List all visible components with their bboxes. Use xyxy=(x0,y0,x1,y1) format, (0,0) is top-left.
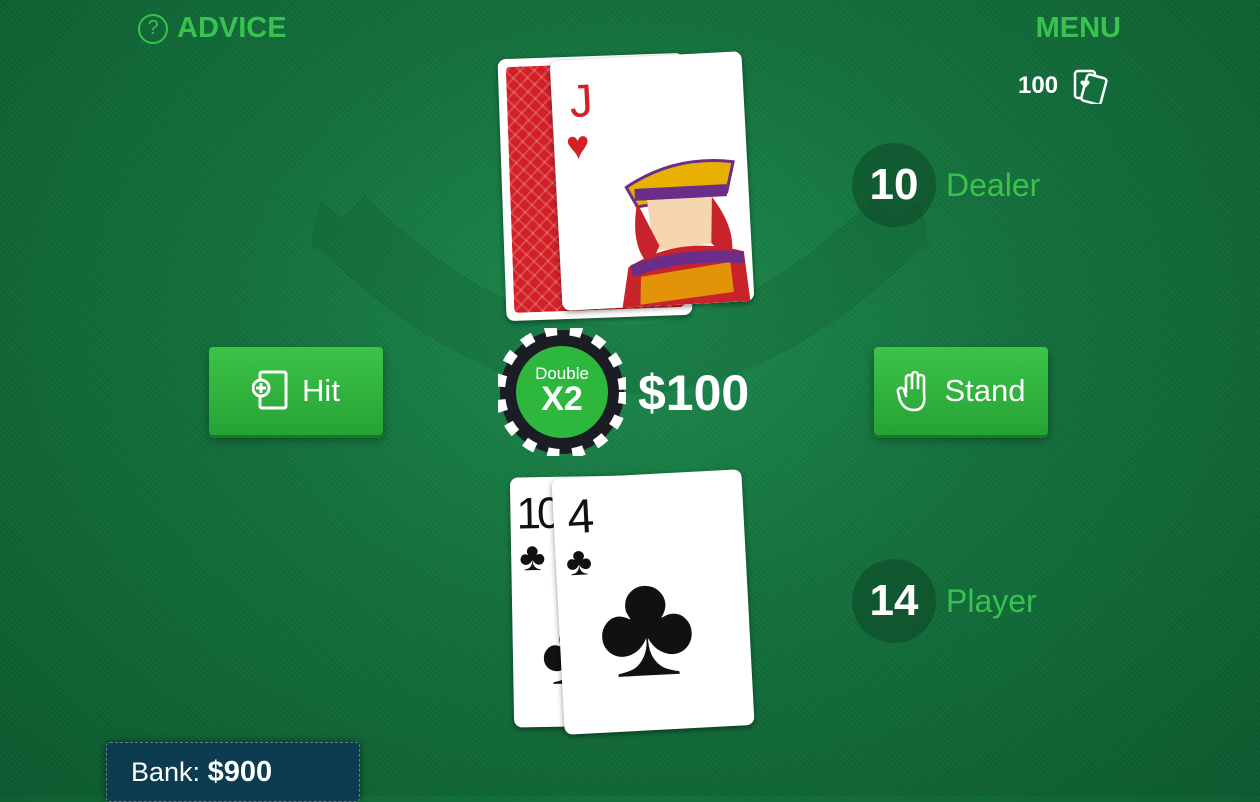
card-rank: J xyxy=(568,74,595,128)
player-score: 14 xyxy=(852,559,936,643)
card-center-suit: ♣ xyxy=(592,536,700,710)
bet-amount: $100 xyxy=(638,365,750,421)
deck-counter: 100 xyxy=(1018,68,1108,104)
player-score-badge: 14 Player xyxy=(852,559,1037,643)
hit-card-plus-icon xyxy=(252,370,288,410)
double-chip-button[interactable]: Double X2 xyxy=(495,325,629,459)
bank-value: $900 xyxy=(207,756,273,788)
dealer-label: Dealer xyxy=(946,166,1041,203)
card-suit: ♣ xyxy=(564,539,594,585)
player-card-4-clubs: 4 ♣ ♣ xyxy=(551,469,755,735)
player-label: Player xyxy=(946,582,1037,619)
card-rank: 4 xyxy=(566,489,596,545)
dealer-card-jack-hearts: J ♥ xyxy=(549,51,755,311)
hit-label: Hit xyxy=(302,373,340,408)
menu-button[interactable]: MENU xyxy=(1036,12,1121,45)
chip-line2: X2 xyxy=(541,380,583,418)
card-suit: ♥ xyxy=(564,123,591,169)
hit-button[interactable]: Hit xyxy=(209,347,383,435)
stand-button[interactable]: Stand xyxy=(874,347,1048,435)
deck-count-value: 100 xyxy=(1018,72,1059,99)
question-icon: ? xyxy=(138,13,168,44)
dealer-score-badge: 10 Dealer xyxy=(852,143,1040,227)
advice-button[interactable]: ? ADVICE xyxy=(138,12,287,45)
chip-label: Double X2 xyxy=(498,328,626,456)
cards-deck-icon xyxy=(1073,69,1108,104)
card-suit: ♣ xyxy=(518,534,546,580)
stand-label: Stand xyxy=(944,373,1026,408)
dealer-score: 10 xyxy=(852,143,936,227)
hand-stop-icon xyxy=(897,370,927,412)
bank-panel: Bank: $900 xyxy=(106,742,360,802)
bank-label: Bank: xyxy=(131,757,201,787)
jack-portrait xyxy=(622,159,751,308)
advice-label: ADVICE xyxy=(177,12,287,44)
